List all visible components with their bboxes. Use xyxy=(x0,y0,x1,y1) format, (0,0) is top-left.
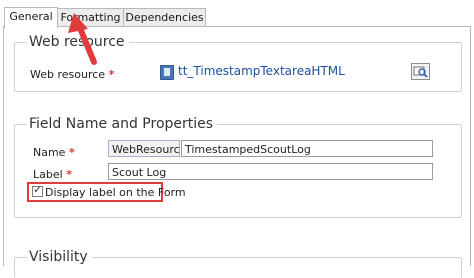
name-input[interactable]: TimestampedScoutLog xyxy=(181,140,433,157)
tab-general[interactable]: General xyxy=(4,7,58,28)
display-label-checkbox[interactable]: ✓ xyxy=(32,183,43,197)
tab-formatting[interactable]: Formatting xyxy=(56,8,125,27)
lookup-search-button[interactable] xyxy=(411,63,430,80)
name-required-marker: * xyxy=(68,146,75,159)
web-resource-label-text: Web resource xyxy=(30,68,106,81)
name-label-text: Name xyxy=(33,146,66,159)
tab-bar: General Formatting Dependencies xyxy=(0,0,474,28)
label-required-marker: * xyxy=(66,168,72,181)
name-field-label: Name * xyxy=(33,146,75,159)
checkmark-icon: ✓ xyxy=(33,183,43,196)
web-resource-field-label: Web resource * xyxy=(30,68,114,81)
tab-dependencies[interactable]: Dependencies xyxy=(123,8,206,27)
label-input[interactable]: Scout Log xyxy=(108,163,433,180)
properties-panel: Web resource Web resource * tt_Timestamp… xyxy=(3,26,471,278)
visibility-legend: Visibility xyxy=(27,249,92,265)
label-field-label: Label * xyxy=(33,168,72,181)
name-prefix-field: WebResource_ xyxy=(108,140,180,157)
display-label-text[interactable]: Display label on the Form xyxy=(45,186,186,199)
field-properties-legend: Field Name and Properties xyxy=(27,116,218,132)
web-resource-legend: Web resource xyxy=(27,34,129,50)
required-marker: * xyxy=(108,68,115,81)
label-label-text: Label xyxy=(33,168,63,181)
web-resource-lookup-value[interactable]: tt_TimestampTextareaHTML xyxy=(178,64,345,78)
lookup-search-icon xyxy=(413,66,428,78)
webresource-file-icon xyxy=(160,65,174,80)
